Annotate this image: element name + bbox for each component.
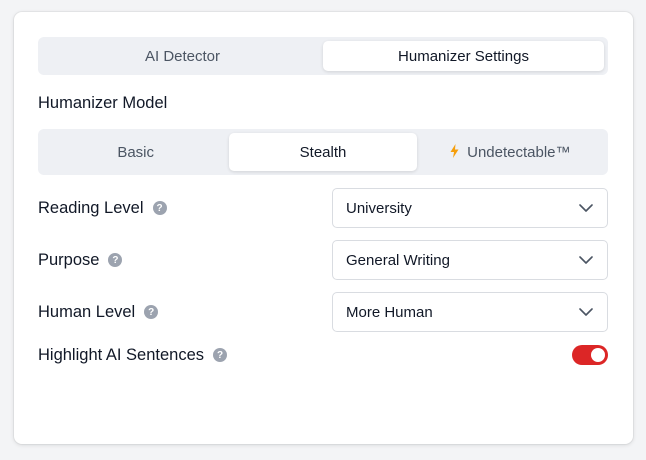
help-icon[interactable]: ? — [108, 253, 123, 267]
model-selector: Basic Stealth Undetectable™ — [38, 129, 608, 175]
reading-level-label: Reading Level — [38, 198, 144, 217]
tab-ai-detector[interactable]: AI Detector — [42, 41, 323, 71]
highlight-row: Highlight AI Sentences ? — [38, 345, 608, 365]
reading-level-select[interactable]: University — [332, 188, 608, 228]
humanizer-model-title: Humanizer Model — [38, 94, 168, 112]
human-level-value: More Human — [346, 303, 433, 321]
model-option-stealth[interactable]: Stealth — [229, 133, 417, 171]
highlight-label: Highlight AI Sentences — [38, 345, 205, 364]
help-icon[interactable]: ? — [144, 305, 159, 319]
model-option-undetectable-label: Undetectable™ — [467, 143, 571, 161]
chevron-down-icon — [579, 308, 593, 316]
chevron-down-icon — [579, 204, 593, 212]
human-level-select[interactable]: More Human — [332, 292, 608, 332]
toggle-knob — [591, 348, 605, 362]
settings-card: AI Detector Humanizer Settings Humanizer… — [14, 12, 633, 444]
purpose-value: General Writing — [346, 251, 450, 269]
highlight-toggle[interactable] — [572, 345, 608, 365]
bolt-icon — [450, 143, 459, 161]
help-icon[interactable]: ? — [152, 201, 167, 215]
human-level-row: Human Level ? More Human — [38, 292, 608, 332]
help-icon[interactable]: ? — [213, 348, 228, 362]
tab-humanizer-settings[interactable]: Humanizer Settings — [323, 41, 604, 71]
chevron-down-icon — [579, 256, 593, 264]
purpose-row: Purpose ? General Writing — [38, 240, 608, 280]
human-level-label: Human Level — [38, 302, 136, 321]
reading-level-value: University — [346, 199, 412, 217]
model-option-basic[interactable]: Basic — [42, 133, 229, 171]
reading-level-row: Reading Level ? University — [38, 188, 608, 228]
model-option-undetectable[interactable]: Undetectable™ — [417, 133, 604, 171]
purpose-label: Purpose — [38, 250, 100, 269]
mode-tabs: AI Detector Humanizer Settings — [38, 37, 608, 75]
purpose-select[interactable]: General Writing — [332, 240, 608, 280]
